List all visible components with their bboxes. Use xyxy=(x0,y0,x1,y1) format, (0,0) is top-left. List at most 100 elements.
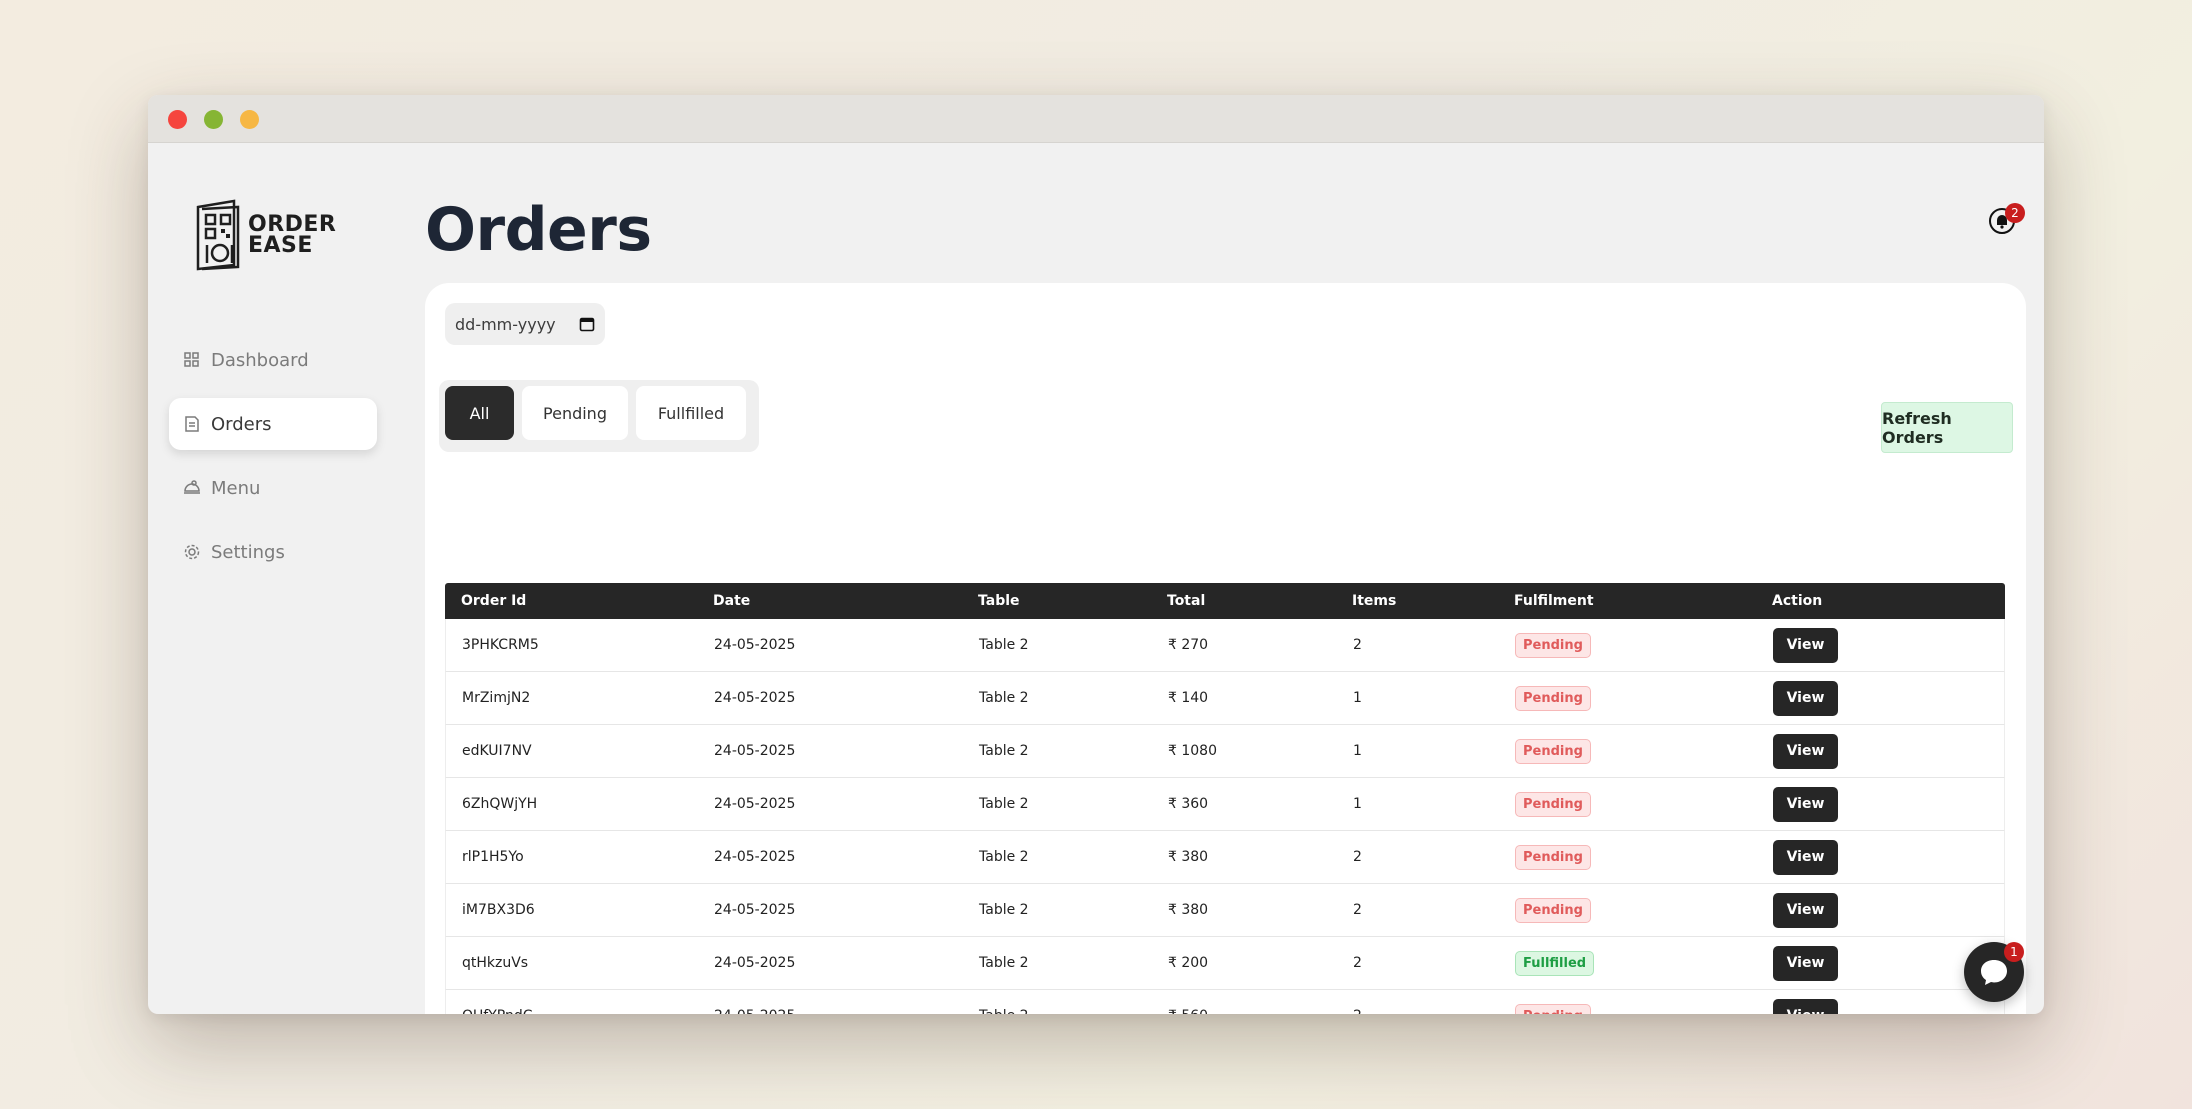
logo[interactable]: ORDER EASE xyxy=(194,199,336,271)
status-badge: Pending xyxy=(1515,844,1591,870)
table-row[interactable]: OUfYPndC24-05-2025Table 2₹ 5602Pending Vi… xyxy=(445,990,2005,1014)
total-cell: ₹ 380 xyxy=(1168,849,1209,865)
column-header-fulfilment[interactable]: Fulfilment xyxy=(1514,593,1772,609)
status-badge: Fullfilled xyxy=(1515,950,1595,976)
column-header-action: Action xyxy=(1772,593,1823,609)
status-badge: Pending xyxy=(1515,1003,1591,1014)
table-row[interactable]: qtHkzuVs 24-05-2025 Table 2 ₹ 200 2 Fullfille… xyxy=(445,937,2005,990)
view-order-button[interactable]: View xyxy=(1773,733,1838,769)
items-cell: 1 xyxy=(1353,743,1362,759)
total-cell: ₹ 140 xyxy=(1168,690,1209,706)
tab-pending[interactable]: Pending xyxy=(522,386,628,440)
items-cell: 2 xyxy=(1353,955,1362,971)
items-cell: 1 xyxy=(1353,796,1362,812)
orders-table: Order Id Date Table Total Items Fulfilme… xyxy=(445,583,2005,1014)
view-order-button[interactable]: View xyxy=(1773,680,1838,716)
menu-food-icon xyxy=(184,480,200,494)
sidebar-item-menu[interactable]: Menu xyxy=(169,462,377,514)
view-order-button[interactable]: View xyxy=(1773,892,1838,928)
table-row[interactable]: iM7BX3D6 24-05-2025 Table 2 ₹ 380 2 Pending Vi… xyxy=(445,884,2005,937)
table-cell: Table 2 xyxy=(979,849,1029,865)
fulfilment-cell: Fullfilled xyxy=(1515,950,1773,976)
table-cell: Table 2 xyxy=(979,955,1029,971)
items-cell: 1 xyxy=(1353,690,1362,706)
tab-all[interactable]: All xyxy=(445,386,514,440)
column-header-total[interactable]: Total xyxy=(1167,593,1352,609)
items-cell: 2 xyxy=(1353,902,1362,918)
sidebar-item-orders[interactable]: Orders xyxy=(169,398,377,450)
table-cell: Table 2 xyxy=(979,902,1029,918)
date-cell: 24-05-2025 xyxy=(714,1008,979,1014)
view-order-button[interactable]: View xyxy=(1773,998,1838,1014)
sidebar-nav: Dashboard Orders Menu Settings xyxy=(169,334,377,590)
fulfilment-cell: Pending xyxy=(1515,685,1773,711)
action-cell: View xyxy=(1773,945,1973,981)
table-cell: Table 2 xyxy=(979,690,1029,706)
sidebar-item-dashboard[interactable]: Dashboard xyxy=(169,334,377,386)
table-row[interactable]: rlP1H5Yo 24-05-2025 Table 2 ₹ 380 2 Pending Vi… xyxy=(445,831,2005,884)
order-id-cell: edKUI7NV xyxy=(462,743,532,759)
total-cell: ₹ 380 xyxy=(1168,902,1209,918)
view-order-button[interactable]: View xyxy=(1773,786,1838,822)
refresh-orders-button[interactable]: Refresh Orders xyxy=(1881,402,2013,453)
sidebar-item-label: Menu xyxy=(211,477,261,499)
table-cell: Table 2 xyxy=(979,637,1029,653)
sidebar-item-label: Dashboard xyxy=(211,349,309,371)
notification-badge: 2 xyxy=(2005,203,2025,223)
sidebar-item-settings[interactable]: Settings xyxy=(169,526,377,578)
maximize-window-button[interactable] xyxy=(204,110,223,129)
action-cell: View xyxy=(1773,733,1973,769)
items-cell: 2 xyxy=(1353,637,1362,653)
browser-window: ORDER EASE Dashboard Orders Menu Setting… xyxy=(148,95,2044,1014)
logo-line-1: ORDER xyxy=(248,212,337,237)
page-title: Orders xyxy=(425,195,652,265)
fulfilment-cell: Pending xyxy=(1515,897,1773,923)
table-row[interactable]: edKUI7NV 24-05-2025 Table 2 ₹ 1080 1 Pending V… xyxy=(445,725,2005,778)
chat-unread-badge: 1 xyxy=(2004,942,2024,962)
minimize-window-button[interactable] xyxy=(240,110,259,129)
tab-fulfilled[interactable]: Fullfilled xyxy=(636,386,746,440)
view-order-button[interactable]: View xyxy=(1773,839,1838,875)
order-id-cell: 6ZhQWjYH xyxy=(462,796,538,812)
table-cell: Table 2 xyxy=(979,796,1029,812)
action-cell: View xyxy=(1773,627,1973,663)
total-cell: ₹ 560 xyxy=(1168,1008,1353,1014)
view-order-button[interactable]: View xyxy=(1773,945,1838,981)
status-badge: Pending xyxy=(1515,791,1591,817)
date-cell: 24-05-2025 xyxy=(714,743,796,759)
fulfilment-cell: Pending xyxy=(1515,791,1773,817)
table-header: Order Id Date Table Total Items Fulfilme… xyxy=(445,583,2005,619)
date-filter-input[interactable]: dd-mm-yyyy xyxy=(445,303,605,345)
date-placeholder: dd-mm-yyyy xyxy=(455,314,556,334)
table-cell: Table 2 xyxy=(979,743,1029,759)
total-cell: ₹ 1080 xyxy=(1168,743,1217,759)
total-cell: ₹ 270 xyxy=(1168,637,1209,653)
action-cell: View xyxy=(1773,680,1973,716)
sidebar-item-label: Orders xyxy=(211,413,272,435)
sidebar: ORDER EASE Dashboard Orders Menu Setting… xyxy=(148,143,420,1014)
order-id-cell: OUfYPndC xyxy=(446,1008,714,1014)
view-order-button[interactable]: View xyxy=(1773,627,1838,663)
column-header-items[interactable]: Items xyxy=(1352,593,1514,609)
action-cell: View xyxy=(1773,998,1973,1014)
date-cell: 24-05-2025 xyxy=(714,637,796,653)
order-id-cell: rlP1H5Yo xyxy=(462,849,524,865)
table-row[interactable]: 3PHKCRM5 24-05-2025 Table 2 ₹ 270 2 Pending Vi… xyxy=(445,619,2005,672)
table-body: 3PHKCRM5 24-05-2025 Table 2 ₹ 270 2 Pending Vi… xyxy=(445,619,2005,1014)
close-window-button[interactable] xyxy=(168,110,187,129)
sidebar-item-label: Settings xyxy=(211,541,285,563)
column-header-order-id[interactable]: Order Id xyxy=(445,593,713,609)
table-row[interactable]: MrZimjN2 24-05-2025 Table 2 ₹ 140 1 Pending Vi… xyxy=(445,672,2005,725)
column-header-date[interactable]: Date xyxy=(713,593,978,609)
column-header-table[interactable]: Table xyxy=(978,593,1167,609)
fulfilment-cell: Pending xyxy=(1515,844,1773,870)
table-row[interactable]: 6ZhQWjYH 24-05-2025 Table 2 ₹ 360 1 Pending Vi… xyxy=(445,778,2005,831)
gear-icon xyxy=(184,544,200,560)
status-tabs: All Pending Fullfilled xyxy=(439,380,759,452)
status-badge: Pending xyxy=(1515,897,1591,923)
order-id-cell: MrZimjN2 xyxy=(462,690,531,706)
action-cell: View xyxy=(1773,786,1973,822)
action-cell: View xyxy=(1773,839,1973,875)
window-titlebar xyxy=(148,95,2044,143)
calendar-icon[interactable] xyxy=(579,316,595,332)
